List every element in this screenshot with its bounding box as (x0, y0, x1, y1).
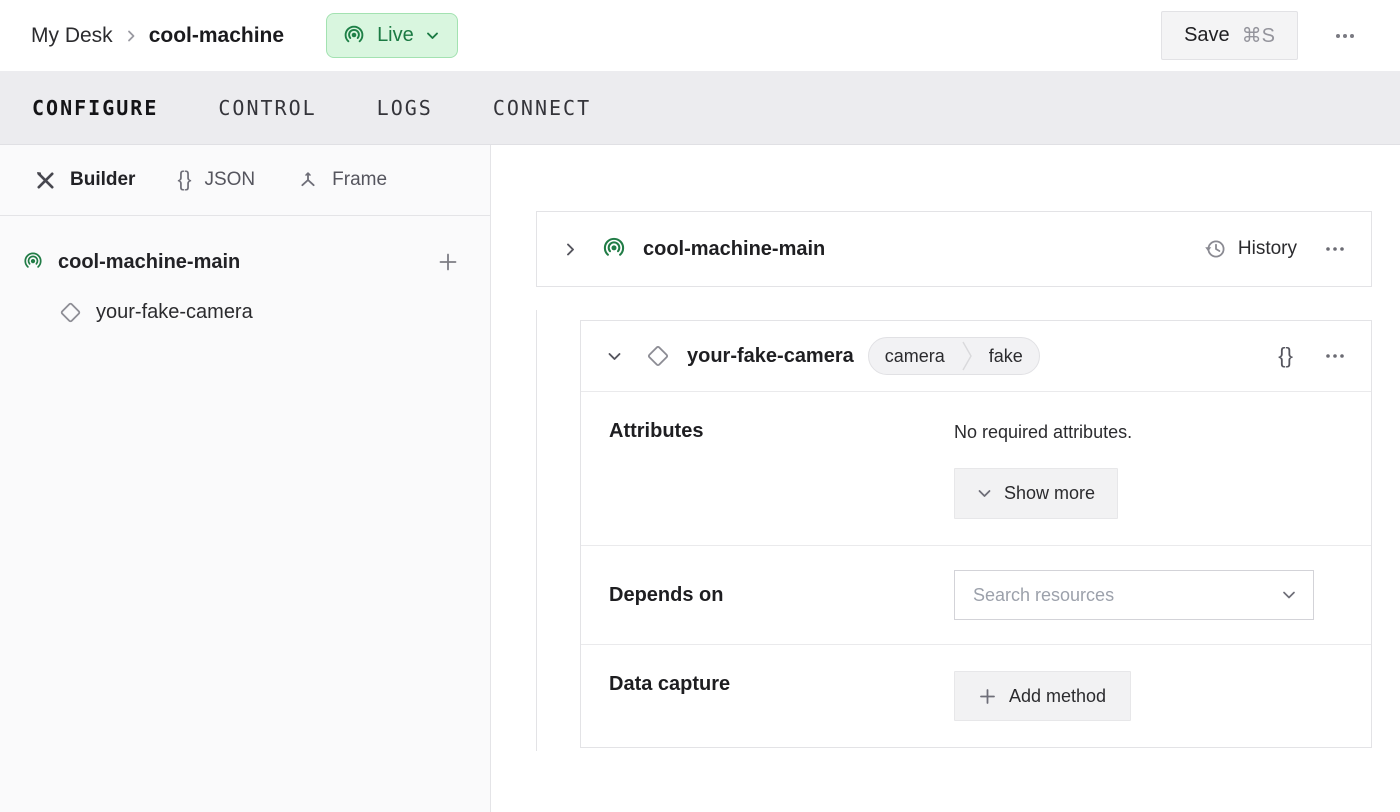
braces-icon: {} (1278, 343, 1293, 369)
resource-card: your-fake-camera camera fake {} (580, 320, 1372, 748)
part-card-title: cool-machine-main (643, 238, 825, 261)
history-label: History (1238, 238, 1297, 260)
config-sidebar: Builder {} JSON Frame (0, 145, 491, 812)
save-label: Save (1184, 24, 1230, 47)
data-capture-section: Data capture Add method (581, 645, 1371, 747)
tab-control[interactable]: CONTROL (218, 96, 316, 120)
depends-on-select[interactable]: Search resources (954, 570, 1314, 620)
ellipsis-icon (1323, 344, 1347, 368)
data-capture-label: Data capture (609, 671, 954, 721)
chevron-down-icon (425, 28, 440, 43)
tab-logs[interactable]: LOGS (377, 96, 433, 120)
view-tab-builder[interactable]: Builder (34, 169, 135, 192)
broadcast-icon (601, 236, 627, 262)
save-shortcut: ⌘S (1242, 23, 1275, 48)
chevron-separator-icon (961, 338, 973, 374)
view-tab-frame[interactable]: Frame (297, 169, 387, 191)
breadcrumb-machine-name: cool-machine (149, 24, 284, 48)
part-children-container: your-fake-camera camera fake {} (536, 310, 1372, 751)
show-more-label: Show more (1004, 483, 1095, 504)
add-method-label: Add method (1009, 686, 1106, 707)
broadcast-icon (22, 251, 44, 273)
depends-on-placeholder: Search resources (973, 585, 1114, 606)
overflow-menu-button[interactable] (1328, 19, 1362, 53)
tree-item-label: your-fake-camera (96, 301, 253, 324)
attributes-section: Attributes No required attributes. Show … (581, 392, 1371, 546)
tree-item-part[interactable]: cool-machine-main (22, 242, 461, 282)
plus-icon (437, 251, 459, 273)
config-view-switcher: Builder {} JSON Frame (0, 145, 490, 216)
tree-item-component[interactable]: your-fake-camera (22, 292, 461, 332)
history-icon (1203, 237, 1227, 261)
resource-model-badge: camera fake (868, 337, 1040, 375)
machine-nav-tabs: CONFIGURE CONTROL LOGS CONNECT (0, 71, 1400, 145)
chevron-down-icon (1281, 587, 1297, 603)
tools-icon (34, 169, 57, 192)
tab-configure[interactable]: CONFIGURE (32, 96, 158, 120)
resource-model: fake (973, 346, 1039, 367)
config-main-panel: cool-machine-main History (491, 145, 1400, 812)
add-method-button[interactable]: Add method (954, 671, 1131, 721)
plus-icon (979, 688, 996, 705)
top-bar-actions: Save ⌘S (1161, 11, 1362, 60)
view-tab-label: Builder (70, 169, 135, 191)
part-menu-button[interactable] (1319, 233, 1351, 265)
status-label: Live (377, 24, 414, 47)
breadcrumb: My Desk cool-machine (31, 24, 284, 48)
braces-icon: {} (177, 168, 191, 192)
depends-on-section: Depends on Search resources (581, 546, 1371, 645)
machine-status-badge[interactable]: Live (326, 13, 458, 58)
tab-connect[interactable]: CONNECT (493, 96, 591, 120)
diamond-icon (58, 300, 83, 325)
resource-card-header: your-fake-camera camera fake {} (581, 321, 1371, 392)
save-button[interactable]: Save ⌘S (1161, 11, 1298, 60)
resource-menu-button[interactable] (1319, 340, 1351, 372)
diamond-icon (645, 343, 671, 369)
resource-card-title: your-fake-camera (687, 345, 854, 368)
add-resource-button[interactable] (435, 249, 461, 275)
history-button[interactable]: History (1203, 237, 1297, 261)
depends-on-label: Depends on (609, 584, 954, 607)
axes-icon (297, 169, 319, 191)
ellipsis-icon (1332, 23, 1358, 49)
top-bar: My Desk cool-machine Live Save ⌘ (0, 0, 1400, 71)
view-tab-label: JSON (204, 169, 255, 191)
content-area: Builder {} JSON Frame (0, 145, 1400, 812)
raw-json-button[interactable]: {} (1274, 339, 1297, 373)
chevron-right-icon[interactable] (563, 242, 578, 257)
ellipsis-icon (1323, 237, 1347, 261)
show-more-button[interactable]: Show more (954, 468, 1118, 519)
resource-type: camera (869, 346, 961, 367)
tree-item-label: cool-machine-main (58, 251, 240, 274)
breadcrumb-location[interactable]: My Desk (31, 24, 113, 48)
resource-tree: cool-machine-main your-fake-camera (0, 216, 490, 332)
broadcast-icon (342, 24, 366, 48)
app-window: My Desk cool-machine Live Save ⌘ (0, 0, 1400, 812)
view-tab-json[interactable]: {} JSON (177, 168, 255, 192)
chevron-right-icon (124, 29, 138, 43)
view-tab-label: Frame (332, 169, 387, 191)
attributes-label: Attributes (609, 418, 954, 519)
attributes-empty-text: No required attributes. (954, 418, 1343, 443)
chevron-down-icon[interactable] (607, 349, 622, 364)
part-card: cool-machine-main History (536, 211, 1372, 287)
chevron-down-icon (977, 486, 992, 501)
